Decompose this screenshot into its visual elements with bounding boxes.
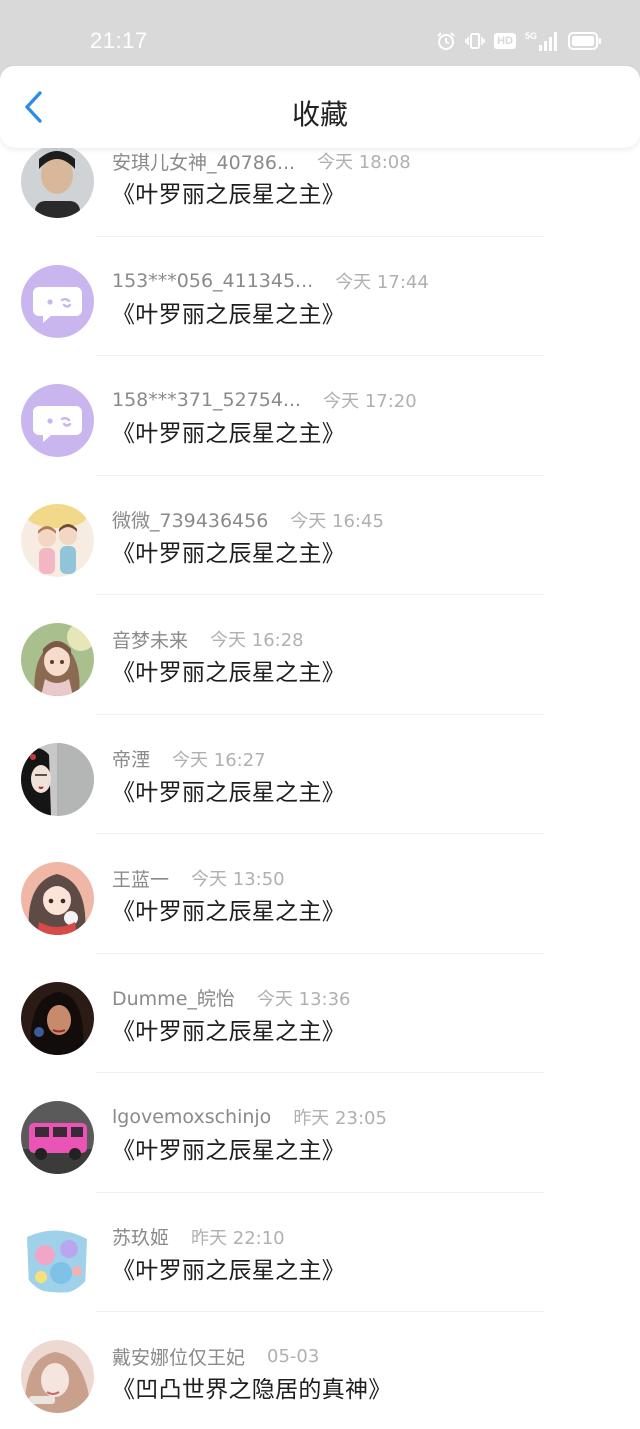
avatar[interactable]	[21, 981, 94, 1055]
avatar[interactable]	[21, 1340, 94, 1413]
item-title[interactable]: 《叶罗丽之辰星之主》	[112, 892, 345, 926]
list-item[interactable]: Dumme_皖怡 今天 13:36 《叶罗丽之辰星之主》	[0, 954, 640, 1073]
list-item[interactable]: 戴安娜位仅王妃 05-03 《凹凸世界之隐居的真神》	[0, 1312, 640, 1429]
avatar[interactable]	[21, 1220, 94, 1294]
list-item[interactable]: 安琪儿女神_40786... 今天 18:08 《叶罗丽之辰星之主》	[0, 140, 640, 237]
avatar[interactable]	[21, 742, 94, 816]
timestamp: 今天 16:28	[210, 630, 304, 651]
list-item[interactable]: 153***056_411345... 今天 17:44 《叶罗丽之辰星之主》	[0, 237, 640, 356]
item-title[interactable]: 《叶罗丽之辰星之主》	[112, 175, 345, 209]
avatar[interactable]	[21, 623, 94, 696]
item-title[interactable]: 《叶罗丽之辰星之主》	[112, 1012, 345, 1046]
avatar[interactable]	[21, 384, 94, 457]
avatar[interactable]	[21, 1101, 94, 1174]
username[interactable]: 153***056_411345...	[112, 270, 313, 292]
username[interactable]: 戴安娜位仅王妃	[112, 1343, 245, 1370]
item-title[interactable]: 《叶罗丽之辰星之主》	[112, 414, 345, 448]
item-title[interactable]: 《凹凸世界之隐居的真神》	[112, 1370, 392, 1404]
username[interactable]: lgovemoxschinjo	[112, 1106, 271, 1128]
battery-icon	[568, 31, 602, 51]
page-title: 收藏	[291, 98, 348, 131]
list-item[interactable]: 王蓝一 今天 13:50 《叶罗丽之辰星之主》	[0, 834, 640, 954]
item-title[interactable]: 《叶罗丽之辰星之主》	[112, 534, 345, 568]
username[interactable]: 音梦未来	[112, 626, 188, 653]
timestamp: 今天 18:08	[317, 152, 411, 173]
timestamp: 今天 16:45	[290, 510, 384, 532]
username[interactable]: 158***371_52754...	[112, 389, 301, 411]
vibrate-icon	[465, 31, 485, 51]
list-item[interactable]: 音梦未来 今天 16:28 《叶罗丽之辰星之主》	[0, 595, 640, 715]
timestamp: 今天 16:27	[172, 749, 266, 771]
username[interactable]: 苏玖姬	[112, 1223, 169, 1250]
avatar[interactable]	[21, 862, 94, 935]
navigation-bar: 收藏	[0, 66, 640, 148]
status-icons: HD 5G	[436, 29, 602, 53]
timestamp: 今天 13:50	[191, 869, 285, 890]
avatar[interactable]	[21, 145, 94, 218]
list-item[interactable]: 微微_739436456 今天 16:45 《叶罗丽之辰星之主》	[0, 476, 640, 595]
hd-icon: HD	[494, 33, 516, 49]
list-item[interactable]: lgovemoxschinjo 昨天 23:05 《叶罗丽之辰星之主》	[0, 1073, 640, 1193]
timestamp: 05-03	[267, 1345, 320, 1367]
username[interactable]: 帝湮	[112, 745, 150, 772]
avatar[interactable]	[21, 264, 94, 338]
avatar[interactable]	[21, 503, 94, 577]
username[interactable]: 安琪儿女神_40786...	[112, 148, 295, 175]
item-title[interactable]: 《叶罗丽之辰星之主》	[112, 295, 345, 329]
list-item[interactable]: 苏玖姬 昨天 22:10 《叶罗丽之辰星之主》	[0, 1193, 640, 1312]
item-title[interactable]: 《叶罗丽之辰星之主》	[112, 1251, 345, 1285]
list-item[interactable]: 帝湮 今天 16:27 《叶罗丽之辰星之主》	[0, 715, 640, 834]
item-title[interactable]: 《叶罗丽之辰星之主》	[112, 1131, 345, 1165]
list-item[interactable]: 158***371_52754... 今天 17:20 《叶罗丽之辰星之主》	[0, 356, 640, 476]
item-title[interactable]: 《叶罗丽之辰星之主》	[112, 773, 345, 807]
alarm-icon	[436, 31, 456, 51]
timestamp: 昨天 22:10	[191, 1227, 285, 1249]
status-time: 21:17	[90, 28, 148, 53]
username[interactable]: 王蓝一	[112, 865, 169, 892]
timestamp: 今天 17:20	[323, 391, 417, 412]
username[interactable]: Dumme_皖怡	[112, 984, 235, 1011]
svg-text:5G: 5G	[525, 31, 537, 41]
item-title[interactable]: 《叶罗丽之辰星之主》	[112, 653, 345, 687]
username[interactable]: 微微_739436456	[112, 506, 268, 533]
timestamp: 昨天 23:05	[293, 1108, 387, 1129]
signal-5g-icon: 5G	[525, 30, 559, 52]
timestamp: 今天 13:36	[256, 988, 351, 1010]
favorites-list[interactable]: 安琪儿女神_40786... 今天 18:08 《叶罗丽之辰星之主》 153***…	[0, 140, 640, 1429]
timestamp: 今天 17:44	[335, 271, 429, 293]
